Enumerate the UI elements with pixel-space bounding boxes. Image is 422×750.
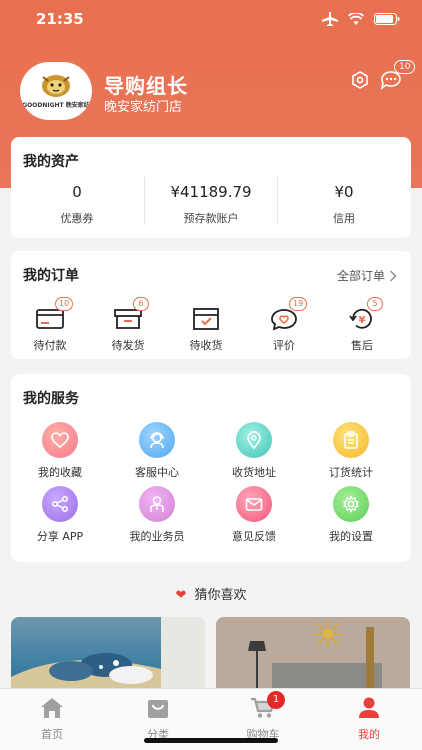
asset-label: 预存款账户 <box>183 212 239 225</box>
tab-category[interactable]: 分类 <box>118 697 198 742</box>
home-indicator <box>144 738 278 743</box>
product-image <box>216 617 410 697</box>
support-agent-icon <box>139 422 175 458</box>
orders-card: 我的订单 全部订单 10 待付款 6 待发货 待收货 19 评价 ¥ 5 售后 <box>11 251 411 359</box>
service-label: 意见反馈 <box>232 530 276 543</box>
tiger-logo-icon <box>42 75 70 97</box>
order-label: 待付款 <box>33 339 67 352</box>
order-pending-payment[interactable]: 10 待付款 <box>15 297 85 353</box>
product-card[interactable] <box>216 617 410 697</box>
service-share-app[interactable]: 分享 APP <box>12 486 108 544</box>
service-my-settings[interactable]: 我的设置 <box>303 486 399 544</box>
service-support-center[interactable]: 客服中心 <box>109 422 205 480</box>
order-count-badge: 10 <box>55 297 74 311</box>
user-name: 导购组长 <box>104 74 188 98</box>
service-label: 我的收藏 <box>38 466 82 479</box>
svg-text:¥: ¥ <box>359 315 366 326</box>
share-icon <box>42 486 78 522</box>
service-shipping-address[interactable]: 收货地址 <box>206 422 302 480</box>
logo-text: GOODNIGHT 晚安家纺 <box>22 102 90 109</box>
home-icon <box>41 698 63 718</box>
service-label: 我的设置 <box>329 530 373 543</box>
assets-card: 我的资产 0 优惠券 ¥41189.79 预存款账户 ¥0 信用 <box>11 137 411 238</box>
tab-cart[interactable]: 1 购物车 <box>223 691 303 742</box>
tab-me[interactable]: 我的 <box>329 697 409 742</box>
message-count-badge: 10 <box>394 60 416 74</box>
order-label: 待收货 <box>189 339 223 352</box>
order-count-badge: 6 <box>133 297 149 311</box>
cart-count-badge: 1 <box>267 691 285 709</box>
order-after-sales[interactable]: ¥ 5 售后 <box>327 297 397 353</box>
location-icon <box>236 422 272 458</box>
service-feedback[interactable]: 意见反馈 <box>206 486 302 544</box>
services-card: 我的服务 我的收藏 客服中心 收货地址 订货统计 分享 APP 我的业务员 意见… <box>11 374 411 562</box>
tab-label: 我的 <box>358 728 380 741</box>
guess-you-like-heading: ❤ 猜你喜欢 <box>0 584 422 603</box>
orders-title: 我的订单 <box>23 268 79 284</box>
asset-value: ¥0 <box>334 183 354 201</box>
asset-value: ¥41189.79 <box>170 183 252 201</box>
asset-value: 0 <box>72 183 82 201</box>
profile-header: GOODNIGHT 晚安家纺 导购组长 晚安家纺门店 10 <box>20 60 416 122</box>
chevron-right-icon <box>390 270 397 281</box>
tab-label: 首页 <box>41 728 63 741</box>
order-label: 评价 <box>273 339 295 352</box>
order-count-badge: 19 <box>289 297 308 311</box>
order-pending-receipt[interactable]: 待收货 <box>171 307 241 353</box>
asset-credit[interactable]: ¥0 信用 <box>278 183 410 226</box>
salesperson-icon <box>139 486 175 522</box>
battery-icon <box>374 13 400 25</box>
status-bar: 21:35 <box>0 0 422 40</box>
status-time: 21:35 <box>36 10 84 28</box>
asset-label: 优惠券 <box>60 212 94 225</box>
product-card[interactable] <box>11 617 205 697</box>
all-orders-link[interactable]: 全部订单 <box>337 267 397 284</box>
service-label: 客服中心 <box>135 466 179 479</box>
service-order-statistics[interactable]: 订货统计 <box>303 422 399 480</box>
airplane-icon <box>322 12 338 26</box>
user-icon <box>359 697 379 718</box>
all-orders-label: 全部订单 <box>336 269 385 283</box>
feedback-mail-icon <box>236 486 272 522</box>
service-my-salesperson[interactable]: 我的业务员 <box>109 486 205 544</box>
order-count-badge: 5 <box>367 297 383 311</box>
bag-icon <box>148 700 168 718</box>
asset-prepaid-account[interactable]: ¥41189.79 预存款账户 <box>145 183 277 226</box>
service-label: 我的业务员 <box>129 530 185 543</box>
asset-coupon[interactable]: 0 优惠券 <box>11 183 143 226</box>
gear-icon <box>333 486 369 522</box>
heart-icon: ❤ <box>175 588 187 603</box>
order-review[interactable]: 19 评价 <box>249 297 319 353</box>
clipboard-icon <box>333 422 369 458</box>
store-name: 晚安家纺门店 <box>104 100 183 115</box>
product-image <box>11 617 205 697</box>
service-label: 分享 APP <box>36 530 84 543</box>
order-label: 售后 <box>351 339 373 352</box>
asset-label: 信用 <box>333 212 355 225</box>
service-label: 订货统计 <box>329 466 373 479</box>
settings-hexagon-icon[interactable] <box>350 70 370 94</box>
order-pending-shipment[interactable]: 6 待发货 <box>93 297 163 353</box>
service-favorites[interactable]: 我的收藏 <box>12 422 108 480</box>
heart-icon <box>42 422 78 458</box>
wifi-icon <box>348 13 364 25</box>
service-label: 收货地址 <box>232 466 276 479</box>
guess-title: 猜你喜欢 <box>194 588 247 603</box>
assets-title: 我的资产 <box>23 154 79 170</box>
received-box-icon <box>193 308 219 330</box>
message-icon[interactable]: 10 <box>380 60 416 94</box>
store-logo-avatar[interactable]: GOODNIGHT 晚安家纺 <box>20 62 92 120</box>
services-title: 我的服务 <box>23 391 79 407</box>
order-label: 待发货 <box>111 339 145 352</box>
tab-home[interactable]: 首页 <box>12 697 92 742</box>
